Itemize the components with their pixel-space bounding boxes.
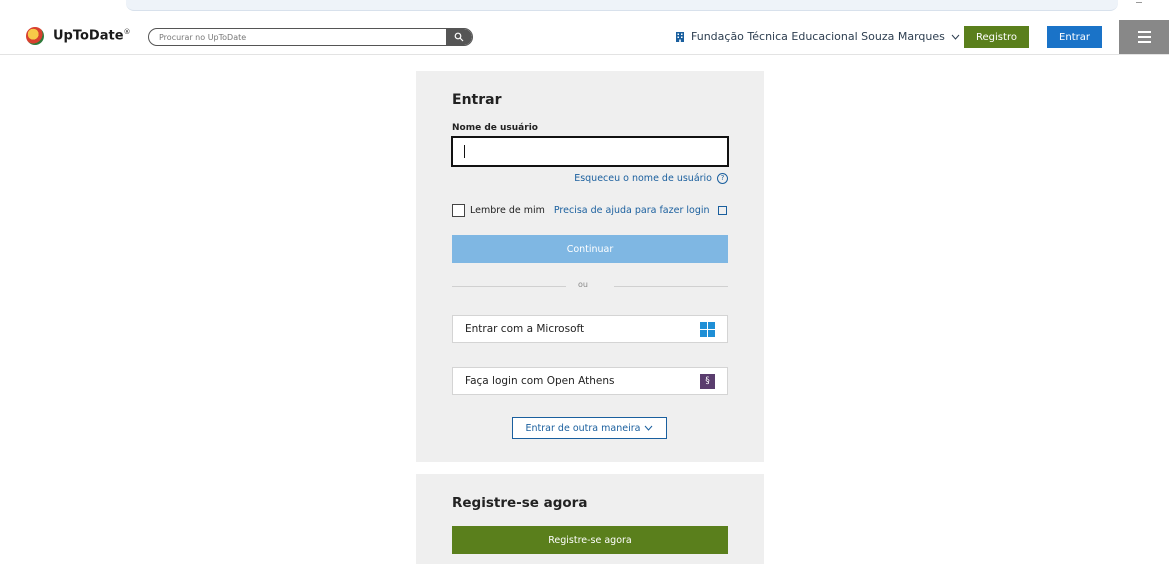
login-panel: Entrar Nome de usuário Esqueceu o nome d… (416, 71, 764, 462)
forgot-username-link[interactable]: Esqueceu o nome de usuário ? (574, 173, 728, 184)
ms-logo-tile (700, 330, 707, 337)
login-title: Entrar (452, 92, 502, 108)
openathens-login-button[interactable]: Faça login com Open Athens § (452, 367, 728, 395)
uptodate-logo-icon[interactable] (26, 27, 44, 45)
username-field[interactable] (451, 136, 729, 167)
login-header-button[interactable]: Entrar (1047, 26, 1102, 48)
register-now-button[interactable]: Registre-se agora (452, 526, 728, 554)
register-panel: Registre-se agora Registre-se agora (416, 474, 764, 564)
institution-selector[interactable]: Fundação Técnica Educacional Souza Marqu… (675, 30, 960, 43)
chevron-down-icon (951, 34, 960, 40)
menu-bar (1137, 31, 1151, 33)
uptodate-logo-text[interactable]: UpToDate® (53, 28, 131, 43)
ms-logo-tile (708, 322, 715, 329)
divider-line (452, 286, 566, 287)
institution-name: Fundação Técnica Educacional Souza Marqu… (691, 30, 945, 43)
remember-me-label[interactable]: Lembre de mim (470, 205, 545, 216)
forgot-username-text: Esqueceu o nome de usuário (574, 173, 712, 184)
ms-logo-tile (708, 330, 715, 337)
logo-name: UpToDate (53, 28, 124, 44)
username-label: Nome de usuário (452, 123, 538, 133)
hamburger-menu-icon[interactable] (1119, 20, 1169, 54)
help-circle-icon: ? (717, 173, 728, 184)
menu-bar (1137, 36, 1151, 38)
openathens-login-label: Faça login com Open Athens (465, 375, 615, 387)
search-icon (454, 32, 464, 42)
microsoft-login-label: Entrar com a Microsoft (465, 323, 585, 335)
search-button[interactable] (446, 29, 472, 45)
chevron-down-icon (645, 425, 653, 431)
other-login-method-button[interactable]: Entrar de outra maneira (512, 417, 667, 439)
remember-me-checkbox[interactable] (452, 204, 465, 217)
site-header: UpToDate® Fundação Técnica Educacional S… (0, 20, 1169, 55)
help-login-link[interactable]: Precisa de ajuda para fazer login (554, 205, 710, 216)
external-link-icon (717, 206, 727, 215)
search-box (148, 28, 473, 46)
minimize-mark (1136, 2, 1142, 3)
microsoft-logo-icon (700, 322, 715, 337)
browser-top-strip (126, 0, 1118, 11)
register-header-button[interactable]: Registro (964, 26, 1029, 48)
continue-button[interactable]: Continuar (452, 235, 728, 263)
other-login-method-label: Entrar de outra maneira (525, 422, 641, 434)
text-cursor (464, 145, 465, 158)
logo-registered-mark: ® (123, 28, 131, 36)
divider-or-text: ou (578, 280, 588, 289)
menu-bar (1137, 41, 1151, 43)
remember-row: Lembre de mim Precisa de ajuda para faze… (452, 204, 727, 217)
search-input[interactable] (159, 29, 439, 45)
openathens-logo-icon: § (700, 374, 715, 389)
register-title: Registre-se agora (452, 495, 588, 511)
ms-logo-tile (700, 322, 707, 329)
building-icon (676, 31, 684, 42)
microsoft-login-button[interactable]: Entrar com a Microsoft (452, 315, 728, 343)
divider-line (614, 286, 728, 287)
